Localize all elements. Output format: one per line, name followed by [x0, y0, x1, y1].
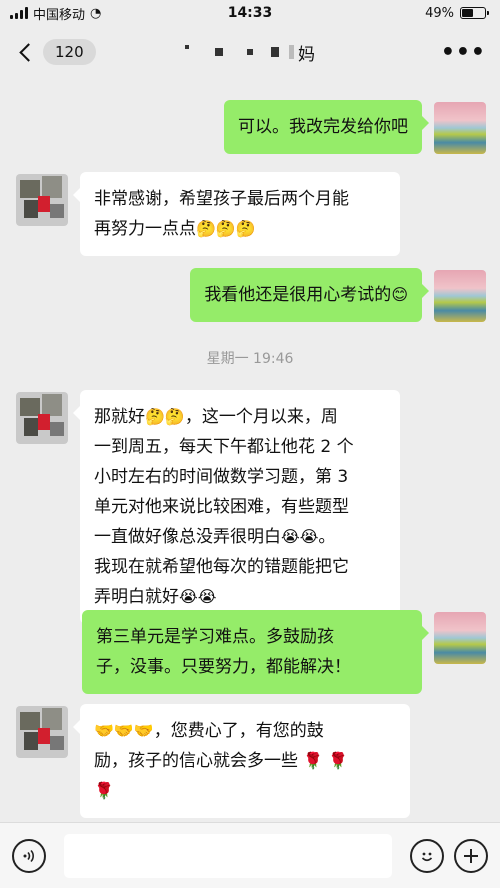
- rose-emoji: 🌹: [94, 781, 114, 800]
- chevron-left-icon: [19, 42, 38, 62]
- more-icon[interactable]: •••: [441, 40, 486, 65]
- message-text-line: 小时左右的时间做数学习题，第 3: [94, 467, 349, 487]
- redacted-name-block: [185, 45, 189, 49]
- message-text-line: 一到周五，每天下午都让他花 2 个: [94, 437, 354, 457]
- redacted-name-block: [289, 45, 294, 59]
- message-bubble[interactable]: 🤝🤝🤝，您费心了，有您的鼓 励，孩子的信心就会多一些 🌹 🌹 🌹: [73, 704, 410, 818]
- message-text: 我看他还是很用心考试的: [204, 285, 392, 305]
- smile-icon[interactable]: [410, 838, 444, 873]
- message-bubble[interactable]: 非常感谢，希望孩子最后两个月能 再努力一点点🤔🤔🤔: [73, 172, 400, 256]
- status-bar: 中国移动 ◔ 14:33 49%: [0, 0, 500, 26]
- message-text-line: 励，孩子的信心就会多一些 🌹 🌹: [94, 746, 396, 776]
- message-bubble[interactable]: 那就好🤔🤔，这一个月以来，周 一到周五，每天下午都让他花 2 个 小时左右的时间…: [73, 390, 400, 624]
- message-text: ，您费心了，有您的鼓: [153, 721, 324, 741]
- message-text-line: 弄明白就好😭😭: [94, 582, 386, 612]
- unread-count-badge: 120: [43, 39, 96, 65]
- message-text-line: 🤝🤝🤝，您费心了，有您的鼓: [94, 716, 396, 746]
- avatar-contact[interactable]: [16, 174, 68, 226]
- input-bar: [0, 822, 500, 888]
- avatar-self[interactable]: [434, 612, 486, 664]
- message-bubble[interactable]: 我看他还是很用心考试的😊: [190, 268, 429, 322]
- redacted-name-block: [271, 47, 279, 57]
- voice-icon[interactable]: [12, 838, 46, 873]
- chat-title-text: 妈: [298, 44, 315, 65]
- avatar-contact[interactable]: [16, 392, 68, 444]
- message-bubble[interactable]: 可以。我改完发给你吧: [224, 100, 429, 154]
- handshake-emoji: 🤝🤝🤝: [94, 721, 154, 740]
- message-text-line: 那就好🤔🤔，这一个月以来，周: [94, 402, 386, 432]
- message-text: ，这一个月以来，周: [184, 407, 338, 427]
- smile-emoji: 😊: [391, 285, 408, 304]
- message-text-line: 第三单元是学习难点。多鼓励孩: [96, 627, 334, 647]
- message-text-line: 我现在就希望他每次的错题能把它: [94, 557, 349, 577]
- avatar-self[interactable]: [434, 102, 486, 154]
- message-text: 励，孩子的信心就会多一些: [94, 751, 298, 771]
- wifi-icon: ◔: [90, 5, 102, 21]
- carrier-name: 中国移动: [33, 7, 86, 23]
- message-text-line: 🌹: [94, 776, 396, 806]
- battery-icon: [460, 7, 489, 19]
- status-left: 中国移动 ◔: [10, 4, 101, 23]
- redacted-name-block: [247, 49, 253, 55]
- battery-level: [462, 9, 473, 17]
- message-text: 弄明白就好: [94, 587, 179, 607]
- message-text-line: 一直做好像总没弄很明白😭😭。: [94, 522, 386, 552]
- thinking-emoji: 🤔🤔: [145, 407, 185, 426]
- message-text-line: 再努力一点点🤔🤔🤔: [94, 214, 386, 244]
- avatar-contact[interactable]: [16, 706, 68, 758]
- battery-percent: 49%: [425, 5, 454, 21]
- back-button[interactable]: 120: [14, 39, 96, 65]
- message-input[interactable]: [64, 833, 392, 878]
- message-text-line: 单元对他来说比较困难，有些题型: [94, 497, 349, 517]
- avatar-self[interactable]: [434, 270, 486, 322]
- crying-laughing-emoji: 😭😭: [179, 587, 217, 606]
- message-text: 可以。我改完发给你吧: [238, 117, 408, 137]
- chat-area: 可以。我改完发给你吧 非常感谢，希望孩子最后两个月能 再努力一点点🤔🤔🤔 我看他…: [0, 78, 500, 822]
- rose-emoji: 🌹 🌹: [303, 751, 349, 770]
- message-text: 再努力一点点: [94, 219, 196, 239]
- message-text: 那就好: [94, 407, 145, 427]
- chat-timestamp: 星期一 19:46: [206, 351, 294, 367]
- message-text-line: 子，没事。只要努力，都能解决！: [96, 657, 351, 677]
- message-bubble[interactable]: 第三单元是学习难点。多鼓励孩 子，没事。只要努力，都能解决！: [82, 610, 429, 694]
- plus-icon[interactable]: [454, 838, 488, 873]
- nav-bar: 120 妈 •••: [0, 26, 500, 78]
- thinking-emoji: 🤔🤔🤔: [196, 219, 256, 238]
- message-text: 一直做好像总没弄很明白: [94, 527, 281, 547]
- message-text: 。: [318, 527, 336, 547]
- status-right: 49%: [425, 5, 489, 21]
- crying-laughing-emoji: 😭😭: [281, 527, 319, 546]
- message-text-line: 非常感谢，希望孩子最后两个月能: [94, 189, 349, 209]
- signal-icon: [10, 7, 28, 19]
- redacted-name-block: [215, 48, 223, 56]
- chat-title: 妈: [150, 40, 350, 65]
